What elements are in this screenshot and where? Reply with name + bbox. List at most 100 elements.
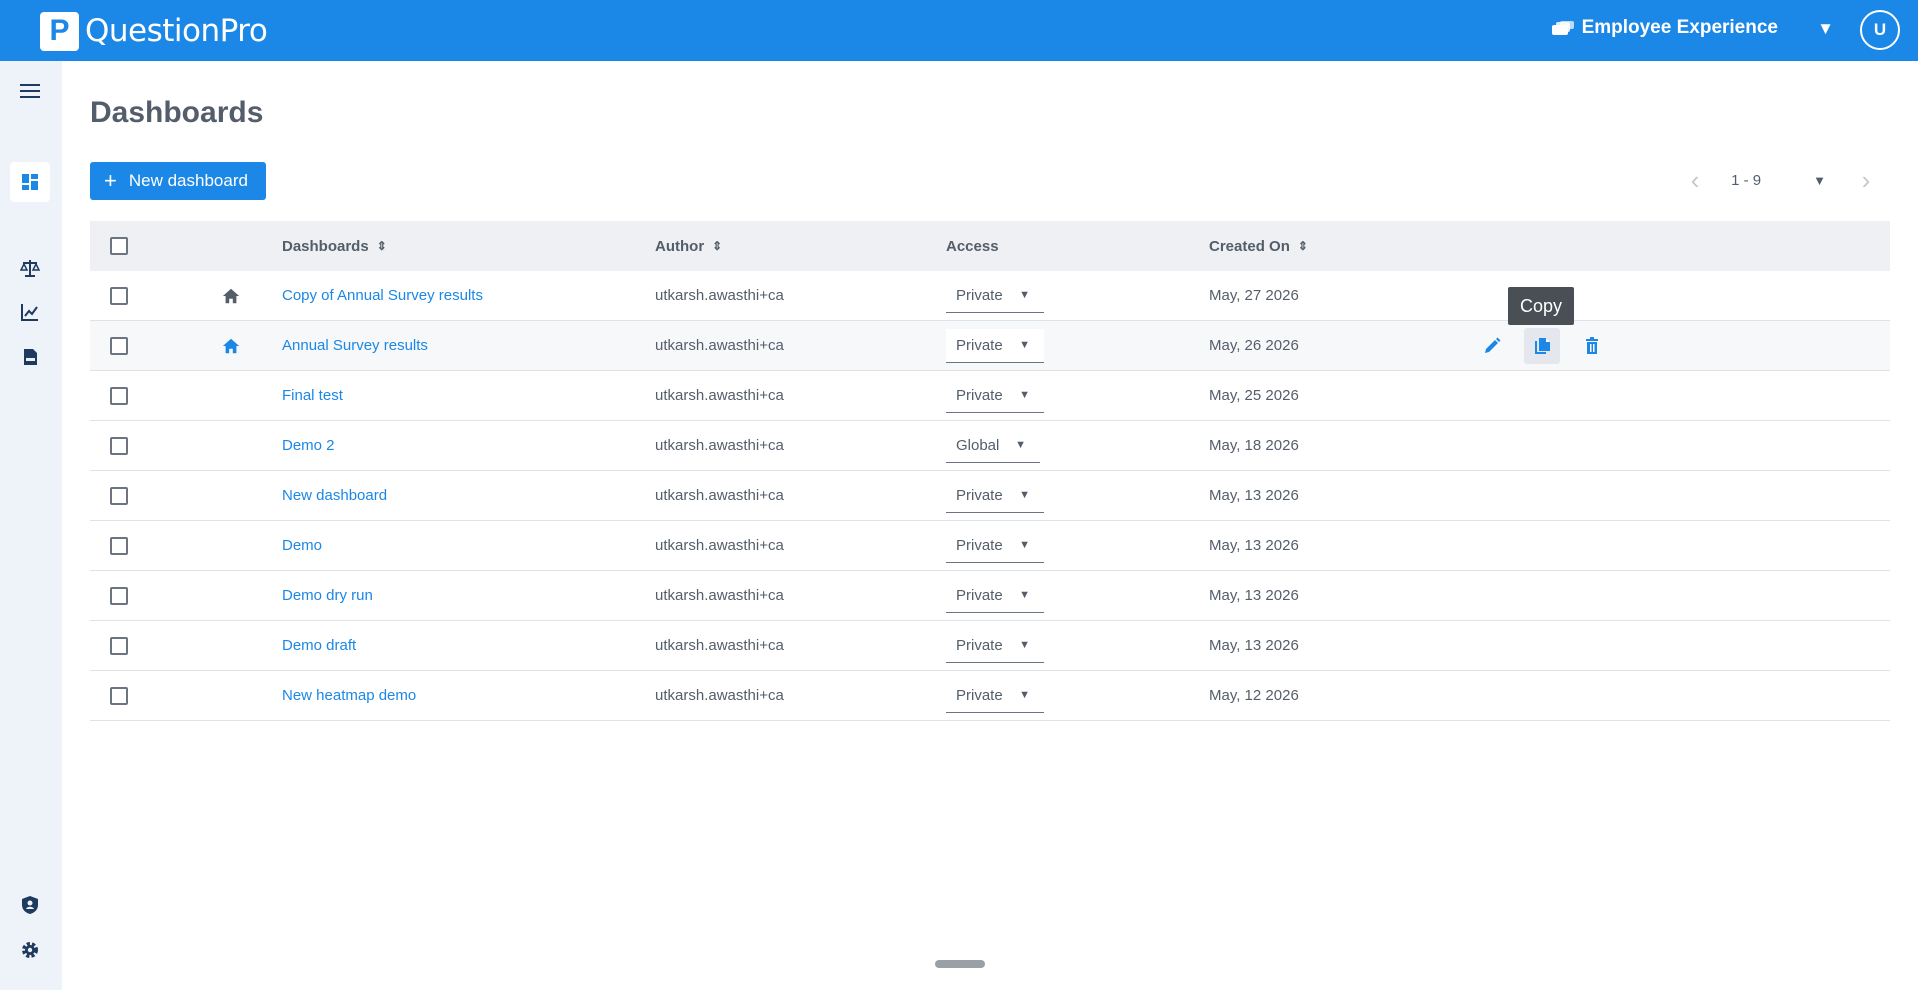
row-checkbox-cell bbox=[110, 571, 128, 620]
access-value: Private bbox=[956, 686, 1003, 704]
row-checkbox[interactable] bbox=[110, 586, 128, 605]
new-dashboard-button[interactable]: + New dashboard bbox=[90, 162, 266, 200]
header-created-label: Created On bbox=[1209, 237, 1290, 255]
row-checkbox-cell bbox=[110, 421, 128, 470]
edit-icon[interactable] bbox=[1474, 328, 1510, 364]
trend-chart-icon[interactable] bbox=[10, 292, 50, 332]
dashboard-name-link[interactable]: New heatmap demo bbox=[282, 671, 416, 720]
row-checkbox-cell bbox=[110, 621, 128, 670]
select-all-cell bbox=[110, 221, 128, 271]
table-row[interactable]: Demo utkarsh.awasthi+ca Private ▼ May, 13 20… bbox=[90, 521, 1890, 571]
avatar[interactable]: U bbox=[1860, 10, 1900, 50]
scroll-handle[interactable] bbox=[935, 960, 985, 968]
row-checkbox-cell bbox=[110, 471, 128, 520]
author-cell: utkarsh.awasthi+ca bbox=[655, 537, 784, 554]
caret-down-icon: ▼ bbox=[1019, 539, 1030, 551]
cloud-icon bbox=[1551, 21, 1574, 35]
caret-down-icon[interactable]: ▼ bbox=[1817, 19, 1834, 39]
dashboard-name-link[interactable]: Copy of Annual Survey results bbox=[282, 271, 483, 320]
table-row[interactable]: New dashboard utkarsh.awasthi+ca Private ▼ M… bbox=[90, 471, 1890, 521]
access-value: Private bbox=[956, 336, 1003, 354]
access-select[interactable]: Private ▼ bbox=[946, 528, 1044, 563]
row-checkbox[interactable] bbox=[110, 636, 128, 655]
trash-icon[interactable] bbox=[1574, 328, 1610, 364]
access-select[interactable]: Global ▼ bbox=[946, 428, 1040, 463]
caret-down-icon: ▼ bbox=[1015, 439, 1026, 451]
access-select[interactable]: Private ▼ bbox=[946, 678, 1044, 713]
created-on-cell: May, 13 2026 bbox=[1209, 637, 1299, 654]
access-value: Private bbox=[956, 586, 1003, 604]
home-icon[interactable] bbox=[222, 271, 240, 320]
access-select[interactable]: Private ▼ bbox=[946, 378, 1044, 413]
row-checkbox[interactable] bbox=[110, 286, 128, 305]
row-checkbox[interactable] bbox=[110, 386, 128, 405]
access-select[interactable]: Private ▼ bbox=[946, 628, 1044, 663]
balance-scale-icon[interactable] bbox=[10, 248, 50, 288]
access-cell: Private ▼ bbox=[946, 621, 1044, 670]
caret-down-icon: ▼ bbox=[1019, 639, 1030, 651]
questionpro-logo[interactable]: P QuestionPro bbox=[40, 11, 268, 51]
header-dashboards-label: Dashboards bbox=[282, 237, 369, 255]
shield-user-icon[interactable] bbox=[10, 885, 50, 925]
dashboard-name-link[interactable]: Demo bbox=[282, 521, 322, 570]
row-checkbox-cell bbox=[110, 521, 128, 570]
access-value: Private bbox=[956, 536, 1003, 554]
access-select[interactable]: Private ▼ bbox=[946, 278, 1044, 313]
dashboard-name-link[interactable]: Demo draft bbox=[282, 621, 356, 670]
dashboard-name-link[interactable]: Demo 2 bbox=[282, 421, 335, 470]
access-cell: Private ▼ bbox=[946, 321, 1044, 370]
logo-text: QuestionPro bbox=[85, 13, 268, 49]
caret-down-icon: ▼ bbox=[1019, 289, 1030, 301]
table-row[interactable]: Final test utkarsh.awasthi+ca Private ▼ May,… bbox=[90, 371, 1890, 421]
select-all-checkbox[interactable] bbox=[110, 237, 128, 255]
author-cell: utkarsh.awasthi+ca bbox=[655, 287, 784, 304]
dashboard-name-link[interactable]: Final test bbox=[282, 371, 343, 420]
logo-mark: P bbox=[40, 11, 79, 51]
row-checkbox[interactable] bbox=[110, 336, 128, 355]
table-row[interactable]: Demo dry run utkarsh.awasthi+ca Private ▼ Ma… bbox=[90, 571, 1890, 621]
row-checkbox[interactable] bbox=[110, 436, 128, 455]
product-switcher[interactable]: Employee Experience bbox=[1551, 17, 1778, 39]
plus-icon: + bbox=[104, 168, 117, 193]
table-row[interactable]: New heatmap demo utkarsh.awasthi+ca Privat… bbox=[90, 671, 1890, 721]
sort-icon: ⇕ bbox=[376, 239, 387, 253]
access-cell: Private ▼ bbox=[946, 521, 1044, 570]
dashboard-name-link[interactable]: Annual Survey results bbox=[282, 321, 428, 370]
caret-down-icon: ▼ bbox=[1019, 339, 1030, 351]
author-cell: utkarsh.awasthi+ca bbox=[655, 587, 784, 604]
access-select[interactable]: Private ▼ bbox=[946, 328, 1044, 363]
caret-down-icon: ▼ bbox=[1019, 489, 1030, 501]
access-select[interactable]: Private ▼ bbox=[946, 478, 1044, 513]
author-cell: utkarsh.awasthi+ca bbox=[655, 687, 784, 704]
row-checkbox[interactable] bbox=[110, 536, 128, 555]
chevron-left-icon[interactable]: ‹ bbox=[1683, 165, 1707, 196]
dashboard-icon[interactable] bbox=[10, 162, 50, 202]
header-author[interactable]: Author ⇕ bbox=[655, 221, 722, 271]
new-dashboard-label: New dashboard bbox=[128, 171, 248, 190]
created-on-cell: May, 13 2026 bbox=[1209, 537, 1299, 554]
gear-icon[interactable] bbox=[10, 930, 50, 970]
table-row[interactable]: Annual Survey results utkarsh.awasthi+ca P… bbox=[90, 321, 1890, 371]
header-access: Access bbox=[946, 221, 999, 271]
table-row[interactable]: Demo draft utkarsh.awasthi+ca Private ▼ May,… bbox=[90, 621, 1890, 671]
copy-icon[interactable] bbox=[1524, 327, 1560, 364]
report-icon[interactable] bbox=[10, 337, 50, 377]
table-row[interactable]: Copy of Annual Survey results utkarsh.awa… bbox=[90, 271, 1890, 321]
menu-icon[interactable] bbox=[10, 71, 50, 111]
home-icon[interactable] bbox=[222, 321, 240, 370]
header-dashboards[interactable]: Dashboards ⇕ bbox=[282, 221, 387, 271]
access-cell: Private ▼ bbox=[946, 371, 1044, 420]
pagination: ‹ 1 - 9 ▼ › bbox=[1683, 165, 1878, 196]
dashboard-name-link[interactable]: New dashboard bbox=[282, 471, 387, 520]
header-created-on[interactable]: Created On ⇕ bbox=[1209, 221, 1308, 271]
access-select[interactable]: Private ▼ bbox=[946, 578, 1044, 613]
dashboard-name-link[interactable]: Demo dry run bbox=[282, 571, 373, 620]
table-row[interactable]: Demo 2 utkarsh.awasthi+ca Global ▼ May, 18 2… bbox=[90, 421, 1890, 471]
page-size-dropdown[interactable]: ▼ bbox=[1813, 173, 1826, 188]
chevron-right-icon[interactable]: › bbox=[1854, 165, 1878, 196]
created-on-cell: May, 13 2026 bbox=[1209, 487, 1299, 504]
row-checkbox-cell bbox=[110, 321, 128, 370]
row-checkbox[interactable] bbox=[110, 486, 128, 505]
row-checkbox[interactable] bbox=[110, 686, 128, 705]
caret-down-icon: ▼ bbox=[1019, 589, 1030, 601]
